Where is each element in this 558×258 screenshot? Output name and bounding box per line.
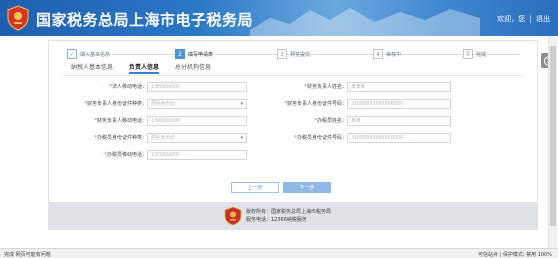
finance-mobile-input[interactable]: 1390000000 <box>147 115 247 126</box>
status-right-text: 可信站点 | 保护模式: 禁用 100% <box>477 252 552 258</box>
step-4: 4 审核中 <box>373 48 401 60</box>
finance-id-number-input[interactable]: 310000000000000000 <box>347 98 451 109</box>
step-2-label: 填写申请表 <box>188 51 214 58</box>
site-header: 国家税务总局上海市电子税务局 欢迎，您 | 退出 <box>0 0 558 36</box>
step-4-label: 审核中 <box>386 51 402 58</box>
service-phone-text: 服务电话：12366纳税服务 <box>246 217 307 223</box>
tax-officer-id-type-select[interactable]: 居民身份证 ▾ <box>147 132 247 143</box>
field-legal-rep-mobile: *法人移动电话： 1380000000 <box>57 81 247 92</box>
welcome-text: 欢迎，您 <box>497 15 526 23</box>
application-panel: ✓ 填入基本信息 2 填写申请表 3 预览提交 4 审核中 5 完成 纳税人基本… <box>48 40 538 210</box>
chevron-down-icon: ▾ <box>240 100 243 107</box>
tab-responsible-person-info[interactable]: 负责人信息 <box>129 62 160 74</box>
field-tax-officer-id-type: *办税员身份证件种类： 居民身份证 ▾ <box>57 132 247 143</box>
field-finance-id-number: *财务负责人身份证件号码： 310000000000000000 <box>255 98 451 109</box>
field-label: *办税员移动电话： <box>104 152 147 158</box>
tab-branch-info[interactable]: 总分机构信息 <box>175 62 211 74</box>
legal-rep-mobile-input[interactable]: 1380000000 <box>147 81 247 92</box>
status-left-text: 完成 网页可能有问题 <box>4 252 51 258</box>
step-3-label: 预览提交 <box>290 51 311 58</box>
field-finance-id-type: *财务负责人身份证件种类： 居民身份证 ▾ <box>57 98 247 109</box>
tax-officer-id-number-input[interactable]: 310000000000000000 <box>347 132 451 143</box>
step-5-label: 完成 <box>476 51 487 58</box>
field-label: *办税员身份证件种类： <box>94 135 147 141</box>
field-finance-mobile: *财务负责人移动电话： 1390000000 <box>57 115 247 126</box>
step-2: 2 填写申请表 <box>175 48 213 60</box>
tax-officer-mobile-input[interactable]: 1370000000 <box>147 149 247 160</box>
finance-name-input[interactable]: 某某某 <box>347 81 451 92</box>
field-finance-name: *财务负责人姓名： 某某某 <box>255 81 451 92</box>
field-label: *法人移动电话： <box>109 84 147 90</box>
tax-bureau-emblem-icon <box>7 5 29 31</box>
vertical-scrollbar[interactable] <box>548 36 557 248</box>
browser-status-bar: 完成 网页可能有问题 可信站点 | 保护模式: 禁用 100% <box>0 248 558 258</box>
header-separator: | <box>529 15 532 23</box>
scrollbar-thumb[interactable] <box>550 46 556 226</box>
step-4-marker: 4 <box>373 49 383 59</box>
copyright-text: 版权所有：国家税务总局上海市税务局 <box>246 209 332 215</box>
finance-id-type-select[interactable]: 居民身份证 ▾ <box>147 98 247 109</box>
field-label: *财务负责人姓名： <box>304 84 347 90</box>
step-1-label: 填入基本信息 <box>80 51 111 58</box>
field-label: *办税员身份证件号码： <box>294 135 347 141</box>
chevron-down-icon: ▾ <box>240 134 243 141</box>
site-title: 国家税务总局上海市电子税务局 <box>36 11 254 29</box>
field-tax-officer-id-number: *办税员身份证件号码： 310000000000000000 <box>255 132 451 143</box>
step-5: 5 完成 <box>463 48 486 60</box>
logout-link[interactable]: 退出 <box>536 15 550 23</box>
field-label: *财务负责人身份证件种类： <box>84 101 147 107</box>
form-tabs: 纳税人基本信息 负责人信息 总分机构信息 <box>71 62 227 74</box>
user-area: 欢迎，您 | 退出 <box>495 14 550 24</box>
previous-step-button[interactable]: 上一步 <box>231 182 279 193</box>
tax-officer-name-input[interactable]: 某某 <box>347 115 451 126</box>
field-label: *财务负责人身份证件号码： <box>284 101 347 107</box>
step-5-marker: 5 <box>463 49 473 59</box>
great-wall-banner <box>250 8 480 36</box>
tabs-divider <box>63 75 525 76</box>
step-1-marker: ✓ <box>67 49 77 59</box>
step-3: 3 预览提交 <box>277 48 310 60</box>
field-label: *财务负责人移动电话： <box>94 118 147 124</box>
step-3-marker: 3 <box>277 49 287 59</box>
field-tax-officer-name: *办税员姓名： 某某 <box>255 115 451 126</box>
progress-steps: ✓ 填入基本信息 2 填写申请表 3 预览提交 4 审核中 5 完成 <box>67 48 527 60</box>
page-footer: 版权所有：国家税务总局上海市税务局 服务电话：12366纳税服务 <box>48 202 538 230</box>
step-2-marker: 2 <box>175 49 185 59</box>
field-tax-officer-mobile: *办税员移动电话： 1370000000 <box>57 149 247 160</box>
next-step-button[interactable]: 下一步 <box>283 182 331 193</box>
tax-bureau-emblem-icon <box>224 206 242 226</box>
footer-text: 版权所有：国家税务总局上海市税务局 服务电话：12366纳税服务 <box>246 208 331 224</box>
tab-taxpayer-basic-info[interactable]: 纳税人基本信息 <box>71 62 113 74</box>
field-label: *办税员姓名： <box>314 118 347 124</box>
step-1: ✓ 填入基本信息 <box>67 48 110 60</box>
